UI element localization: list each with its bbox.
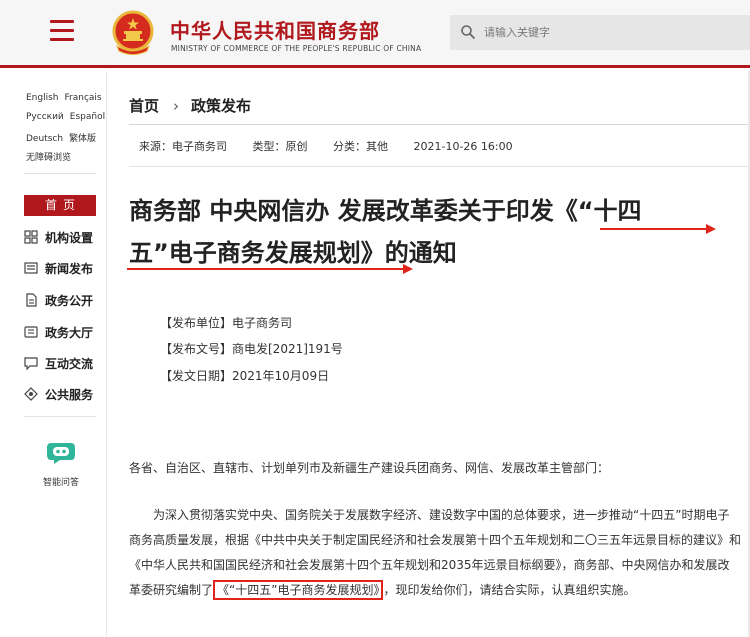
divider bbox=[24, 173, 96, 174]
meta-date: 2021-10-26 16:00 bbox=[413, 140, 513, 153]
lang-french-link[interactable]: Français bbox=[65, 93, 102, 103]
breadcrumb-home-link[interactable]: 首页 bbox=[129, 97, 159, 115]
doc-number-line: 【发布文号】商电发[2021]191号 bbox=[160, 342, 343, 356]
search-icon[interactable] bbox=[460, 24, 476, 40]
nav-item-organization[interactable]: 机构设置 bbox=[24, 227, 93, 247]
issue-date-line: 【发文日期】2021年10月09日 bbox=[160, 369, 330, 383]
lang-spanish-link[interactable]: Español bbox=[70, 112, 105, 122]
nav-item-public-service[interactable]: 公共服务 bbox=[24, 384, 93, 404]
annotation-arrow-icon bbox=[127, 264, 413, 274]
site-header: 中华人民共和国商务部 MINISTRY OF COMMERCE OF THE P… bbox=[0, 0, 750, 68]
nav-label: 机构设置 bbox=[45, 230, 94, 245]
divider bbox=[24, 416, 96, 417]
chat-icon bbox=[24, 357, 38, 370]
lang-traditional-link[interactable]: 繁体版 bbox=[69, 134, 96, 144]
search-input[interactable] bbox=[484, 15, 744, 50]
nav-label: 政务公开 bbox=[45, 293, 94, 308]
national-emblem-icon[interactable] bbox=[111, 10, 155, 56]
language-row: English Français bbox=[26, 93, 108, 103]
highlighted-plan-title: 《“十四五”电子商务发展规划》 bbox=[213, 580, 384, 600]
nav-label: 新闻发布 bbox=[45, 261, 94, 276]
chevron-right-icon: › bbox=[173, 97, 180, 115]
breadcrumb-section-link[interactable]: 政策发布 bbox=[191, 97, 251, 115]
document-icon bbox=[26, 293, 37, 307]
sidebar: English Français Русский Español Deutsch 繁体… bbox=[0, 71, 107, 637]
site-title-cn: 中华人民共和国商务部 bbox=[170, 19, 380, 43]
article-paragraph: 为深入贯彻落实党中央、国务院关于发展数字经济、建设数字中国的总体要求，进一步推动… bbox=[129, 503, 741, 603]
service-icon bbox=[24, 387, 38, 401]
meta-type: 类型：原创 bbox=[252, 140, 308, 153]
nav-item-service-hall[interactable]: 政务大厅 bbox=[24, 322, 93, 342]
nav-label: 互动交流 bbox=[45, 356, 94, 371]
lang-german-link[interactable]: Deutsch bbox=[26, 134, 63, 144]
org-grid-icon bbox=[24, 230, 38, 244]
nav-item-gov-affairs[interactable]: 政务公开 bbox=[24, 290, 93, 310]
robot-assistant-icon[interactable] bbox=[46, 439, 76, 465]
meta-category: 分类：其他 bbox=[333, 140, 388, 153]
lang-english-link[interactable]: English bbox=[26, 93, 59, 103]
breadcrumb: 首页 › 政策发布 bbox=[129, 95, 251, 116]
issuer-line: 【发布单位】电子商务司 bbox=[160, 316, 293, 330]
accessibility-link[interactable]: 无障碍浏览 bbox=[26, 153, 71, 163]
accessibility-row: 无障碍浏览 bbox=[26, 150, 77, 163]
salutation: 各省、自治区、直辖市、计划单列市及新疆生产建设兵团商务、网信、发展改革主管部门： bbox=[129, 461, 610, 475]
nav-label: 公共服务 bbox=[45, 387, 94, 402]
nav-item-news[interactable]: 新闻发布 bbox=[24, 258, 93, 278]
divider bbox=[129, 166, 750, 167]
article-meta: 来源：电子商务司 类型：原创 分类：其他 2021-10-26 16:00 bbox=[139, 138, 535, 154]
lang-russian-link[interactable]: Русский bbox=[26, 112, 64, 122]
menu-icon[interactable] bbox=[50, 20, 74, 44]
annotation-arrow-icon bbox=[600, 224, 716, 234]
language-row: Русский Español bbox=[26, 112, 111, 122]
meta-source: 来源：电子商务司 bbox=[139, 140, 227, 153]
assistant-label[interactable]: 智能问答 bbox=[0, 475, 122, 488]
nav-item-interaction[interactable]: 互动交流 bbox=[24, 353, 93, 373]
language-row: Deutsch 繁体版 bbox=[26, 131, 102, 144]
nav-label: 政务大厅 bbox=[45, 325, 94, 340]
divider bbox=[129, 124, 750, 125]
paragraph-text: ，现印发给你们，请结合实际，认真组织实施。 bbox=[383, 583, 636, 597]
site-title-en: MINISTRY OF COMMERCE OF THE PEOPLE'S REP… bbox=[171, 44, 422, 53]
news-icon bbox=[24, 262, 38, 274]
hall-icon bbox=[24, 326, 38, 338]
home-button[interactable]: 首页 bbox=[24, 195, 96, 216]
